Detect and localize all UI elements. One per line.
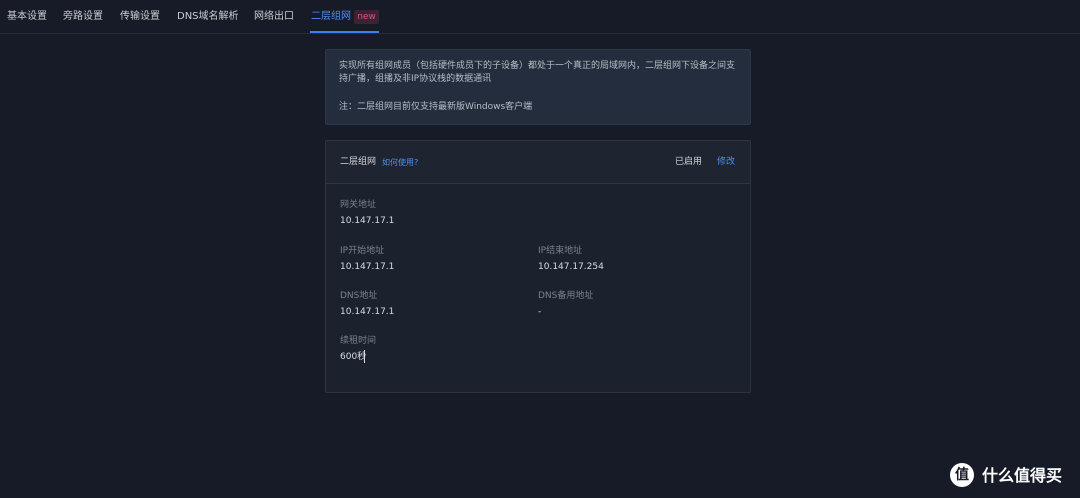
- active-tab-indicator: [310, 31, 379, 33]
- dns-backup-value: -: [538, 307, 542, 317]
- edit-button[interactable]: 修改: [717, 156, 735, 168]
- info-notice: 实现所有组网成员（包括硬件成员下的子设备）都处于一个真正的局域网内，二层组网下设…: [325, 49, 751, 125]
- status-text: 已启用: [675, 157, 703, 167]
- gateway-value: 10.147.17.1: [340, 216, 395, 226]
- ip-end-label: IP结束地址: [538, 246, 583, 256]
- tab-bar: 基本设置 旁路设置 传输设置 DNS域名解析 网络出口 二层组网 new: [0, 0, 1080, 34]
- ip-end-value: 10.147.17.254: [538, 262, 604, 272]
- card-title: 二层组网: [340, 157, 377, 167]
- tab-layer2-network[interactable]: 二层组网: [311, 11, 351, 23]
- watermark-text: 什么值得买: [982, 466, 1063, 485]
- gateway-label: 网关地址: [340, 200, 377, 210]
- ip-start-label: IP开始地址: [340, 246, 385, 256]
- dns-backup-label: DNS备用地址: [538, 291, 594, 301]
- card-header: 二层组网 如何使用? 已启用 修改: [326, 141, 750, 184]
- watermark-logo-glyph: 值: [955, 467, 969, 483]
- new-badge: new: [354, 10, 379, 24]
- dns-value: 10.147.17.1: [340, 307, 395, 317]
- watermark: 值 什么值得买: [948, 461, 1074, 491]
- notice-description: 实现所有组网成员（包括硬件成员下的子设备）都处于一个真正的局域网内，二层组网下设…: [339, 61, 736, 84]
- tab-bypass-settings[interactable]: 旁路设置: [63, 11, 103, 23]
- how-to-use-link[interactable]: 如何使用?: [382, 157, 418, 168]
- lease-time-value: 600秒: [340, 352, 367, 362]
- lease-time-label: 续租时间: [340, 336, 377, 346]
- tab-basic-settings[interactable]: 基本设置: [7, 11, 47, 23]
- tab-dns-resolution[interactable]: DNS域名解析: [177, 11, 239, 23]
- tab-network-exit[interactable]: 网络出口: [254, 11, 294, 23]
- ip-start-value: 10.147.17.1: [340, 262, 395, 272]
- notice-note: 注：二层组网目前仅支持最新版Windows客户端: [339, 102, 533, 112]
- tab-transfer-settings[interactable]: 传输设置: [120, 11, 160, 23]
- text-cursor: [364, 350, 365, 363]
- dns-label: DNS地址: [340, 291, 378, 301]
